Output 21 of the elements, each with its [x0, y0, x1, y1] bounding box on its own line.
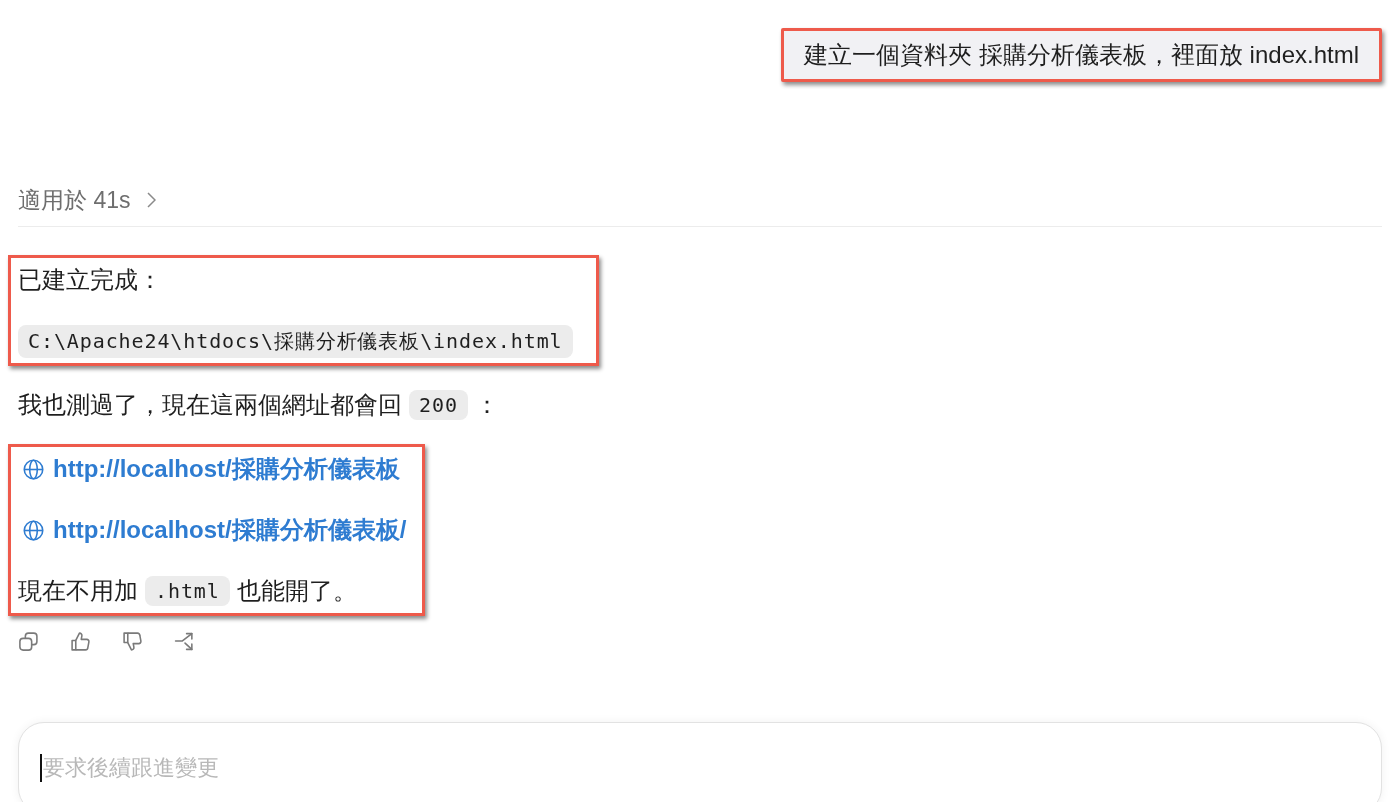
url-link[interactable]: http://localhost/採購分析儀表板 — [23, 453, 400, 485]
globe-icon — [23, 458, 44, 480]
text-caret — [40, 754, 42, 782]
thought-duration-toggle[interactable]: 適用於 41s — [18, 186, 157, 214]
globe-icon — [23, 519, 44, 541]
message-text: 我也測過了，現在這兩個網址都會回 — [18, 390, 402, 420]
message-text: 現在不用加 — [18, 576, 138, 606]
inline-code: C:\Apache24\htdocs\採購分析儀表板\index.html — [18, 324, 573, 358]
user-message: 建立一個資料夾 採購分析儀表板，裡面放 index.html — [781, 28, 1382, 82]
inline-code: 200 — [409, 390, 468, 420]
thumbs-down-icon[interactable] — [122, 631, 143, 652]
message-text: ： — [474, 390, 499, 420]
url-link[interactable]: http://localhost/採購分析儀表板/ — [23, 514, 407, 546]
inline-code: .html — [145, 576, 230, 606]
follow-up-input[interactable]: 要求後續跟進變更 — [18, 722, 1382, 802]
chevron-right-icon — [147, 192, 157, 208]
copy-icon[interactable] — [18, 631, 39, 652]
message-text: 也能開了。 — [236, 576, 357, 606]
split-arrows-icon[interactable] — [174, 631, 195, 652]
message-text: 已建立完成： — [18, 265, 162, 295]
thumbs-up-icon[interactable] — [70, 631, 91, 652]
